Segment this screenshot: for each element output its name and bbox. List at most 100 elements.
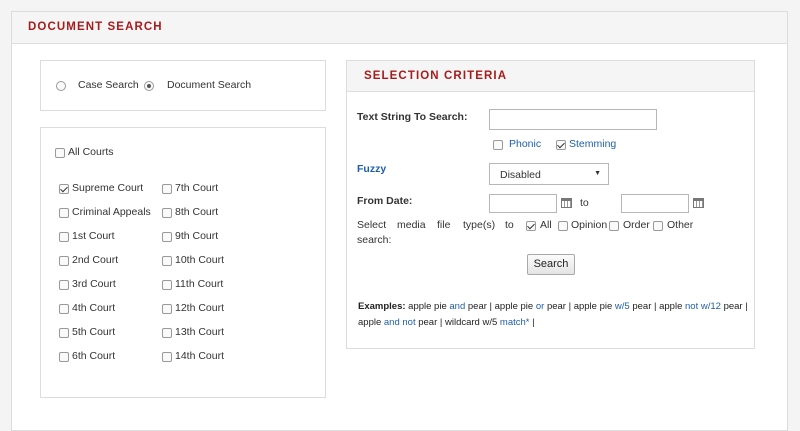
courts-panel: All Courts Supreme Court Criminal Appeals… [40,127,326,398]
example-term: wildcard w/5 [445,317,498,328]
example-term: pear [546,301,566,312]
example-operator: and not [383,317,416,328]
example-term: pear [467,301,487,312]
media-order-checkbox[interactable] [609,221,619,231]
case-search-label[interactable]: Case Search [78,79,139,91]
example-separator: | [568,301,572,312]
panel-header: DOCUMENT SEARCH [12,12,787,44]
court-label[interactable]: 4th Court [72,302,115,314]
media-opinion-checkbox[interactable] [558,221,568,231]
stemming-label[interactable]: Stemming [569,138,616,150]
to-label: to [580,197,589,209]
court-label[interactable]: 3rd Court [72,278,116,290]
court-checkbox[interactable] [59,256,69,266]
media-opinion-label[interactable]: Opinion [571,219,607,231]
example-separator: | [532,317,535,328]
fuzzy-select-value: Disabled [500,169,541,181]
example-separator: | [489,301,492,312]
all-courts-checkbox[interactable] [55,148,65,158]
court-checkbox[interactable] [59,304,69,314]
search-type-panel: Case Search Document Search [40,60,326,111]
stemming-checkbox[interactable] [556,140,566,150]
criteria-title: SELECTION CRITERIA [364,70,508,82]
search-button[interactable]: Search [527,254,575,275]
to-date-input[interactable] [621,194,689,213]
page-title: DOCUMENT SEARCH [28,21,163,33]
court-label[interactable]: 6th Court [72,350,115,362]
court-checkbox[interactable] [162,232,172,242]
media-other-checkbox[interactable] [653,221,663,231]
court-label[interactable]: 14th Court [175,350,224,362]
all-courts-label[interactable]: All Courts [68,146,114,158]
example-term: pear [723,301,743,312]
phonic-label[interactable]: Phonic [509,138,541,150]
media-order-label[interactable]: Order [623,219,650,231]
media-other-label[interactable]: Other [667,219,693,231]
media-word: media [397,219,426,231]
document-search-label[interactable]: Document Search [167,79,251,91]
court-label[interactable]: 9th Court [175,230,218,242]
court-checkbox[interactable] [59,280,69,290]
media-all-checkbox[interactable] [526,221,536,231]
example-separator: | [654,301,657,312]
example-term: apple pie [494,301,534,312]
court-checkbox[interactable] [59,352,69,362]
court-label[interactable]: 5th Court [72,326,115,338]
court-label[interactable]: Supreme Court [72,182,143,194]
example-operator: match* [499,317,530,328]
court-label[interactable]: 1st Court [72,230,115,242]
court-checkbox[interactable] [162,184,172,194]
court-label[interactable]: 8th Court [175,206,218,218]
from-date-label: From Date: [357,195,413,207]
from-date-input[interactable] [489,194,557,213]
court-checkbox[interactable] [162,352,172,362]
court-checkbox[interactable] [162,208,172,218]
court-checkbox[interactable] [59,208,69,218]
example-term: pear [632,301,652,312]
court-label[interactable]: 11th Court [175,278,223,290]
court-checkbox[interactable] [59,232,69,242]
court-checkbox[interactable] [162,328,172,338]
example-operator: not w/12 [685,301,721,312]
example-operator: w/5 [614,301,630,312]
phonic-checkbox[interactable] [493,140,503,150]
text-string-label: Text String To Search: [357,111,468,123]
example-separator: | [745,301,748,312]
media-word: file [437,219,451,231]
example-operator: or [535,301,545,312]
court-label[interactable]: 12th Court [175,302,224,314]
case-search-radio[interactable] [56,81,66,91]
example-separator: | [439,317,443,328]
media-word: search: [357,234,392,246]
criteria-header: SELECTION CRITERIA [347,61,754,92]
media-word: type(s) [463,219,496,231]
examples-text: Examples: apple pie and pear | apple pie… [358,299,753,331]
court-checkbox[interactable] [162,280,172,290]
example-term: apple pie [408,301,447,312]
example-term: apple pie [573,301,613,312]
court-label[interactable]: 10th Court [175,254,224,266]
court-label[interactable]: Criminal Appeals [72,206,151,218]
example-term: apple [659,301,683,312]
document-search-radio[interactable] [144,81,154,91]
fuzzy-select[interactable]: Disabled ▼ [489,163,609,185]
media-word: Select [357,219,387,231]
court-label[interactable]: 13th Court [175,326,224,338]
chevron-down-icon: ▼ [594,170,601,177]
calendar-icon[interactable] [561,198,572,208]
court-checkbox[interactable] [162,256,172,266]
court-label[interactable]: 2nd Court [72,254,118,266]
example-term: pear [418,317,438,328]
calendar-icon[interactable] [693,198,704,208]
court-checkbox[interactable] [162,304,172,314]
court-label[interactable]: 7th Court [175,182,218,194]
court-checkbox[interactable] [59,184,69,194]
example-term: apple [358,317,382,328]
media-word: to [505,219,514,231]
fuzzy-label: Fuzzy [357,163,387,175]
example-operator: and [449,301,466,312]
court-checkbox[interactable] [59,328,69,338]
examples-label: Examples: [358,301,406,312]
media-all-label[interactable]: All [540,219,552,231]
text-string-input[interactable] [489,109,657,130]
